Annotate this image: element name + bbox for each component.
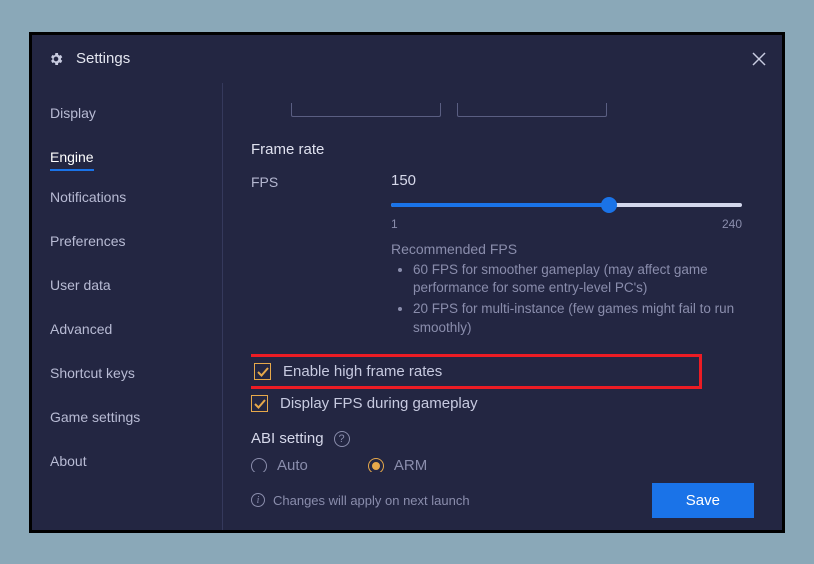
titlebar: Settings bbox=[32, 35, 782, 83]
fps-label: FPS bbox=[251, 172, 391, 190]
info-icon: i bbox=[251, 493, 265, 507]
display-fps-label: Display FPS during gameplay bbox=[280, 395, 478, 412]
checkbox-icon bbox=[254, 363, 271, 380]
fps-slider-max: 240 bbox=[722, 217, 742, 231]
sidebar-item-notifications[interactable]: Notifications bbox=[32, 179, 144, 215]
rec-item: 20 FPS for multi-instance (few games mig… bbox=[413, 300, 742, 338]
sidebar-item-game-settings[interactable]: Game settings bbox=[32, 399, 158, 435]
sidebar-item-shortcut-keys[interactable]: Shortcut keys bbox=[32, 355, 153, 391]
fps-slider-min: 1 bbox=[391, 217, 398, 231]
main-scroll[interactable]: Frame rate FPS 150 1 240 bbox=[251, 103, 754, 472]
fps-value: 150 bbox=[391, 172, 742, 189]
footer-info: i Changes will apply on next launch bbox=[251, 493, 470, 508]
select-box-2[interactable] bbox=[457, 103, 607, 117]
help-icon[interactable]: ? bbox=[334, 431, 350, 447]
window-body: Display Engine Notifications Preferences… bbox=[32, 83, 782, 530]
sidebar-item-preferences[interactable]: Preferences bbox=[32, 223, 143, 259]
gear-icon bbox=[48, 51, 64, 67]
abi-radio-group: Auto ARM bbox=[251, 457, 742, 471]
radio-icon bbox=[251, 458, 267, 472]
abi-section-title: ABI setting ? bbox=[251, 430, 742, 447]
rec-item: 60 FPS for smoother gameplay (may affect… bbox=[413, 261, 742, 299]
radio-icon bbox=[368, 458, 384, 472]
sidebar: Display Engine Notifications Preferences… bbox=[32, 83, 222, 530]
display-fps-checkbox[interactable]: Display FPS during gameplay bbox=[251, 395, 742, 412]
main-panel: Frame rate FPS 150 1 240 bbox=[222, 83, 782, 530]
framerate-section-title: Frame rate bbox=[251, 141, 742, 158]
select-box-1[interactable] bbox=[291, 103, 441, 117]
enable-high-fps-label: Enable high frame rates bbox=[283, 363, 442, 380]
checkbox-icon bbox=[251, 395, 268, 412]
window-title: Settings bbox=[76, 50, 130, 67]
abi-option-arm[interactable]: ARM bbox=[368, 457, 427, 471]
sidebar-item-user-data[interactable]: User data bbox=[32, 267, 129, 303]
sidebar-item-display[interactable]: Display bbox=[32, 95, 114, 131]
enable-high-fps-checkbox[interactable]: Enable high frame rates bbox=[251, 354, 702, 389]
partial-selects bbox=[291, 103, 742, 117]
sidebar-item-advanced[interactable]: Advanced bbox=[32, 311, 130, 347]
settings-window: Settings Display Engine Notifications Pr… bbox=[29, 32, 785, 533]
abi-option-auto[interactable]: Auto bbox=[251, 457, 308, 471]
fps-slider-thumb[interactable] bbox=[601, 197, 617, 213]
save-button[interactable]: Save bbox=[652, 483, 754, 518]
fps-row: FPS 150 1 240 Recommended FPS bbox=[251, 172, 742, 341]
footer: i Changes will apply on next launch Save bbox=[251, 483, 754, 518]
sidebar-item-about[interactable]: About bbox=[32, 443, 105, 479]
sidebar-item-engine[interactable]: Engine bbox=[50, 139, 94, 171]
recommended-fps-title: Recommended FPS bbox=[391, 241, 742, 257]
close-button[interactable] bbox=[752, 52, 766, 66]
fps-slider[interactable] bbox=[391, 195, 742, 215]
recommended-fps-list: 60 FPS for smoother gameplay (may affect… bbox=[391, 261, 742, 339]
